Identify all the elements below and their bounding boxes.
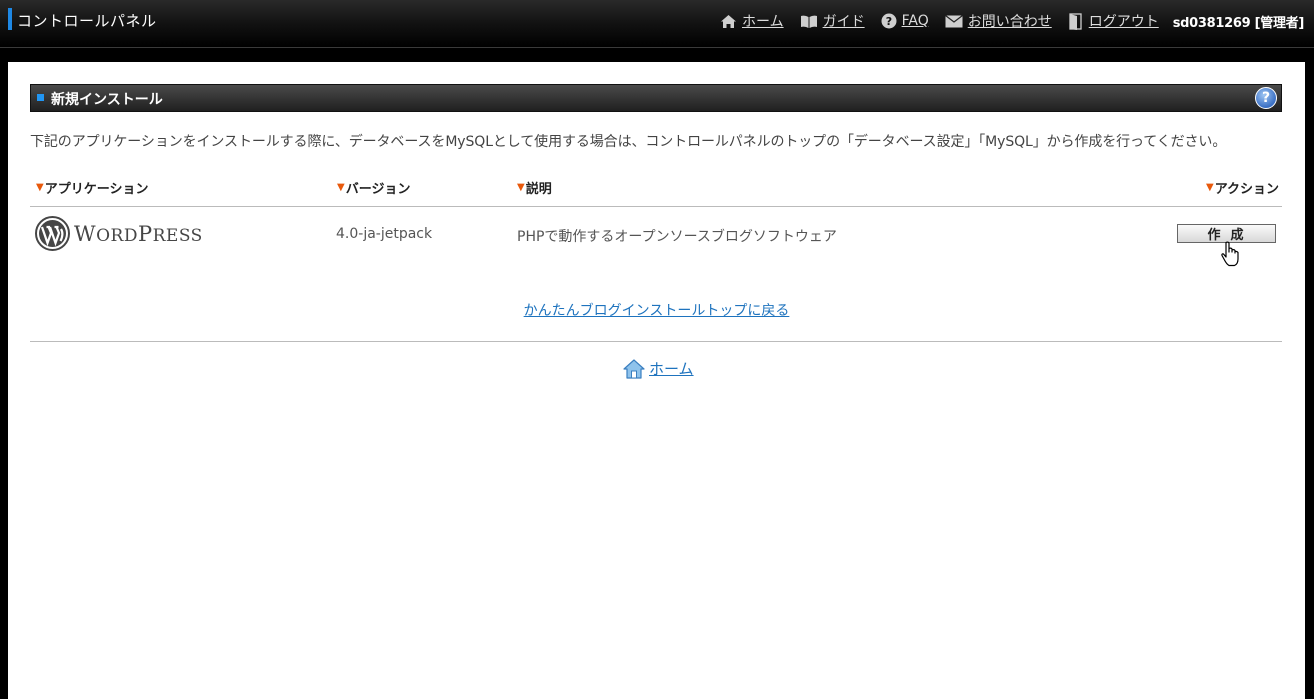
column-header-application: ▼ アプリケーション: [36, 182, 149, 197]
app-description: PHPで動作するオープンソースブログソフトウェア: [517, 229, 837, 245]
nav-logout-link[interactable]: ログアウト: [1068, 11, 1159, 31]
nav-faq-label: FAQ: [901, 13, 929, 29]
wordpress-wordmark: WORDPRESS: [74, 221, 203, 246]
top-navigation: ホーム ガイド ? FAQ お問い合わせ ログアウト sd0381269 [管理…: [704, 11, 1304, 31]
brand-accent-bar: [8, 8, 12, 30]
nav-logout-label: ログアウト: [1088, 14, 1159, 30]
nav-home-link[interactable]: ホーム: [720, 11, 784, 31]
help-icon[interactable]: ?: [1255, 87, 1277, 109]
sort-triangle-icon: ▼: [517, 182, 525, 193]
table-header-divider: [30, 206, 1282, 207]
column-header-action: ▼ アクション: [1206, 182, 1280, 197]
footer-divider: [30, 341, 1282, 342]
nav-home-label: ホーム: [742, 14, 784, 30]
sort-triangle-icon: ▼: [337, 182, 345, 193]
column-header-version: ▼ バージョン: [337, 182, 411, 197]
section-title: 新規インストール: [51, 92, 163, 108]
nav-contact-label: お問い合わせ: [967, 14, 1052, 30]
sort-triangle-icon: ▼: [1206, 182, 1214, 193]
back-to-install-top: かんたんブログインストールトップに戻る: [8, 300, 1305, 320]
nav-guide-label: ガイド: [822, 14, 865, 30]
mail-icon: [944, 14, 963, 27]
section-header: 新規インストール ?: [30, 84, 1282, 112]
app-version: 4.0-ja-jetpack: [336, 226, 433, 242]
footer-home: ホーム: [623, 358, 694, 379]
nav-faq-link[interactable]: ? FAQ: [881, 13, 929, 29]
hand-pointer-cursor-icon: [1221, 241, 1239, 267]
nav-guide-link[interactable]: ガイド: [800, 11, 865, 31]
back-to-install-top-link[interactable]: かんたんブログインストールトップに戻る: [524, 303, 790, 319]
nav-contact-link[interactable]: お問い合わせ: [944, 11, 1052, 31]
svg-text:?: ?: [885, 15, 891, 28]
column-header-description: ▼ 説明: [517, 182, 552, 197]
wordpress-logo: WORDPRESS: [35, 216, 203, 251]
book-icon: [800, 15, 817, 28]
home-icon: [623, 358, 645, 379]
wordpress-icon: [35, 216, 70, 251]
sort-triangle-icon: ▼: [36, 182, 44, 193]
install-notice: 下記のアプリケーションをインストールする際に、データベースをMySQLとして使用…: [30, 134, 1227, 150]
main-panel: 新規インストール ? 下記のアプリケーションをインストールする際に、データベース…: [8, 62, 1305, 699]
top-bar: コントロールパネル ホーム ガイド ? FAQ お問い合わせ ログアウト sd0…: [0, 0, 1314, 48]
home-icon: [721, 14, 736, 28]
question-circle-icon: ?: [881, 13, 897, 29]
app-title: コントロールパネル: [17, 12, 157, 30]
square-bullet-icon: [37, 94, 44, 101]
current-user: sd0381269 [管理者]: [1172, 15, 1305, 31]
footer-home-link[interactable]: ホーム: [649, 358, 694, 379]
door-exit-icon: [1069, 12, 1082, 30]
